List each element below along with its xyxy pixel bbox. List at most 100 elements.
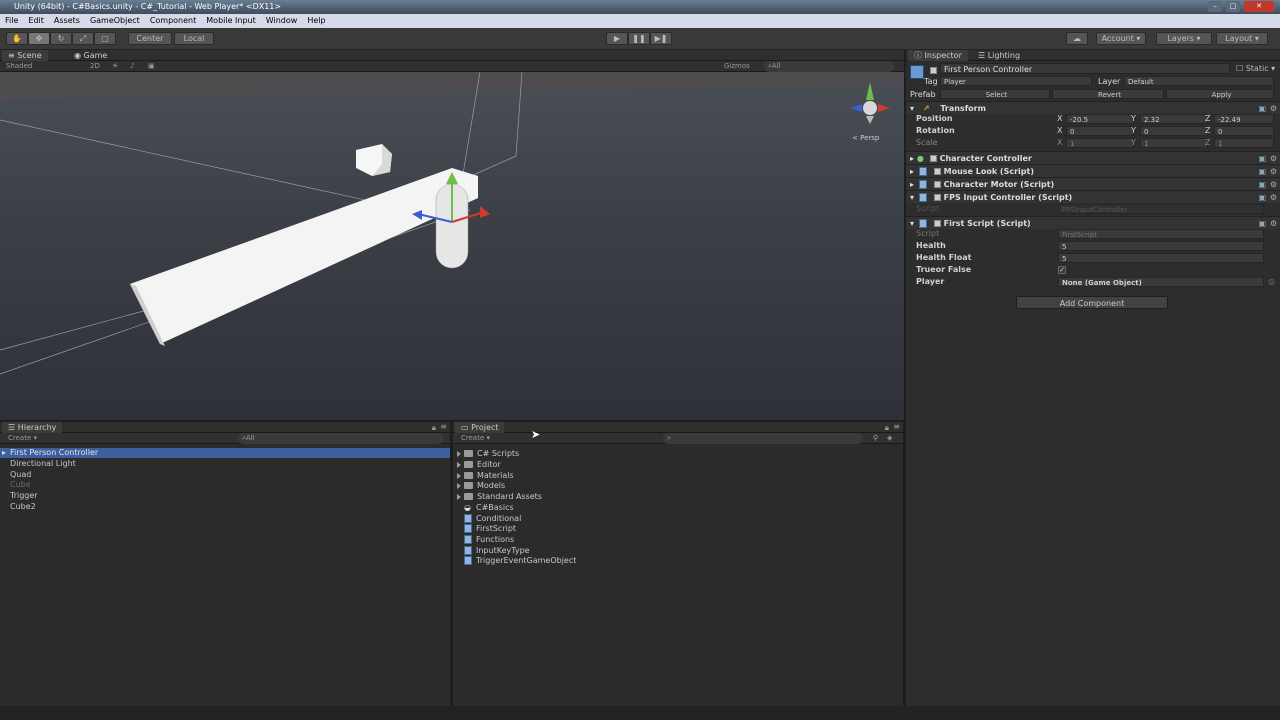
active-checkbox[interactable] [930,67,937,74]
menu-help[interactable]: Help [302,14,330,28]
panel-menu-icon[interactable]: ≡ [440,422,447,431]
component-enabled-checkbox[interactable] [933,181,941,188]
character-controller-header[interactable]: ▸ ● Character Controller ▣ ⚙ [906,151,1280,164]
prefab-select-button[interactable]: Select [940,89,1050,99]
component-enabled-checkbox[interactable] [929,155,937,162]
component-enabled-checkbox[interactable] [933,168,941,175]
hierarchy-item-cube[interactable]: Cube [0,480,450,490]
rotation-z-field[interactable]: 0 [1214,126,1274,136]
hierarchy-search-input[interactable]: ⌕All [238,433,444,444]
maximize-button[interactable]: □ [1226,1,1240,12]
object-name-field[interactable]: First Person Controller [940,63,1230,74]
foldout-arrow-icon[interactable]: ▾ [906,104,914,113]
play-button[interactable]: ▶ [606,32,628,45]
fps-input-controller-header[interactable]: ▾ FPS Input Controller (Script) ▣ ⚙ [906,190,1280,203]
scene-orientation-gizmo[interactable] [850,82,890,124]
mouse-look-header[interactable]: ▸ Mouse Look (Script) ▣ ⚙ [906,164,1280,177]
hierarchy-item-quad[interactable]: Quad [0,470,450,480]
move-tool-icon[interactable]: ✥ [28,32,50,45]
scale-y-field[interactable]: 1 [1140,138,1208,148]
project-folder-editor[interactable]: Editor [457,459,501,470]
foldout-arrow-icon[interactable]: ▸ [906,167,914,176]
gizmos-dropdown[interactable]: Gizmos [724,61,750,72]
position-x-field[interactable]: -20.5 [1066,114,1134,124]
true-or-false-checkbox[interactable]: ✓ [1058,266,1066,274]
hierarchy-item-trigger[interactable]: Trigger [0,491,450,501]
fps-script-field[interactable]: FPSInputController [1058,204,1264,214]
foldout-arrow-icon[interactable] [457,472,461,479]
foldout-arrow-icon[interactable] [457,482,461,489]
tag-dropdown[interactable]: Player [940,76,1092,86]
scale-z-field[interactable]: 1 [1214,138,1274,148]
position-z-field[interactable]: -22.49 [1214,114,1274,124]
plank-top[interactable] [130,168,478,344]
foldout-arrow-icon[interactable]: ▸ [906,154,914,163]
position-y-field[interactable]: 2.32 [1140,114,1208,124]
add-component-button[interactable]: Add Component [1016,296,1168,309]
effects-toggle-icon[interactable]: ▣ [148,61,155,72]
project-search-input[interactable]: ⌕ [663,433,863,444]
tab-lighting[interactable]: ☰ Lighting [972,50,1026,61]
project-folder-models[interactable]: Models [457,480,505,491]
health-float-field[interactable]: 5 [1058,253,1264,263]
scene-search-input[interactable]: ⌕All [764,61,894,72]
layers-dropdown[interactable]: Layers ▾ [1156,32,1212,45]
tab-hierarchy[interactable]: ☰ Hierarchy [2,422,63,433]
step-button[interactable]: ▶❚ [650,32,672,45]
pause-button[interactable]: ❚❚ [628,32,650,45]
prefab-revert-button[interactable]: Revert [1052,89,1164,99]
foldout-arrow-icon[interactable]: ▾ [906,219,914,228]
minimize-button[interactable]: – [1208,1,1222,12]
static-toggle[interactable]: ☐ Static ▾ [1236,64,1275,73]
filter-by-label-icon[interactable]: ◈ [887,433,892,444]
gizmo-x-arrow[interactable] [480,206,490,218]
menu-edit[interactable]: Edit [23,14,49,28]
persp-label[interactable]: < Persp [852,134,879,142]
menu-assets[interactable]: Assets [49,14,85,28]
filter-by-type-icon[interactable]: ⚲ [873,433,878,444]
tab-scene[interactable]: ≡ Scene [2,50,48,61]
component-enabled-checkbox[interactable] [933,194,941,201]
cloud-icon[interactable]: ☁ [1066,32,1088,45]
audio-toggle-icon[interactable]: ♪ [130,61,134,72]
tab-inspector[interactable]: ⓘ Inspector [908,50,968,61]
project-asset-firstscript[interactable]: FirstScript [464,523,516,534]
layout-dropdown[interactable]: Layout ▾ [1216,32,1268,45]
mode-2d-toggle[interactable]: 2D [90,61,100,72]
foldout-arrow-icon[interactable] [457,450,461,457]
pivot-center-button[interactable]: Center [128,32,172,45]
layer-dropdown[interactable]: Default [1124,76,1274,86]
health-field[interactable]: 5 [1058,241,1264,251]
hierarchy-item-directional-light[interactable]: Directional Light [0,459,450,469]
component-enabled-checkbox[interactable] [933,220,941,227]
shading-dropdown[interactable]: Shaded [6,61,32,72]
menu-file[interactable]: File [0,14,23,28]
hierarchy-create-dropdown[interactable]: Create ▾ [8,433,37,444]
panel-menu-icon[interactable]: ≡ [893,422,900,431]
menu-gameobject[interactable]: GameObject [85,14,145,28]
rotation-y-field[interactable]: 0 [1140,126,1208,136]
hierarchy-item-first-person-controller[interactable]: ▸ First Person Controller [0,448,450,458]
rotation-x-field[interactable]: 0 [1066,126,1134,136]
project-asset-functions[interactable]: Functions [464,534,514,545]
project-create-dropdown[interactable]: Create ▾ [461,433,490,444]
lock-icon[interactable]: 🔒︎ [885,423,889,433]
project-folder-standard-assets[interactable]: Standard Assets [457,491,542,502]
lighting-toggle-icon[interactable]: ☀ [112,61,118,72]
hierarchy-item-cube2[interactable]: Cube2 [0,502,450,512]
tab-project[interactable]: ▭ Project [455,422,505,433]
scene-viewport[interactable]: < Persp [0,71,904,420]
scale-x-field[interactable]: 1 [1066,138,1134,148]
character-motor-header[interactable]: ▸ Character Motor (Script) ▣ ⚙ [906,177,1280,190]
project-asset-triggereventgameobject[interactable]: TriggerEventGameObject [464,555,576,566]
project-asset-csharp-basics-scene[interactable]: ◒ C#Basics [464,502,514,513]
foldout-arrow-icon[interactable]: ▾ [906,193,914,202]
foldout-arrow-icon[interactable]: ▸ [2,448,6,458]
object-picker-icon[interactable]: ◎ [1268,276,1275,288]
tab-game[interactable]: ◉ Game [68,50,113,61]
menu-mobile-input[interactable]: Mobile Input [201,14,261,28]
close-button[interactable]: ✕ [1244,1,1274,12]
menu-component[interactable]: Component [145,14,201,28]
foldout-arrow-icon[interactable] [457,461,461,468]
menu-window[interactable]: Window [261,14,303,28]
